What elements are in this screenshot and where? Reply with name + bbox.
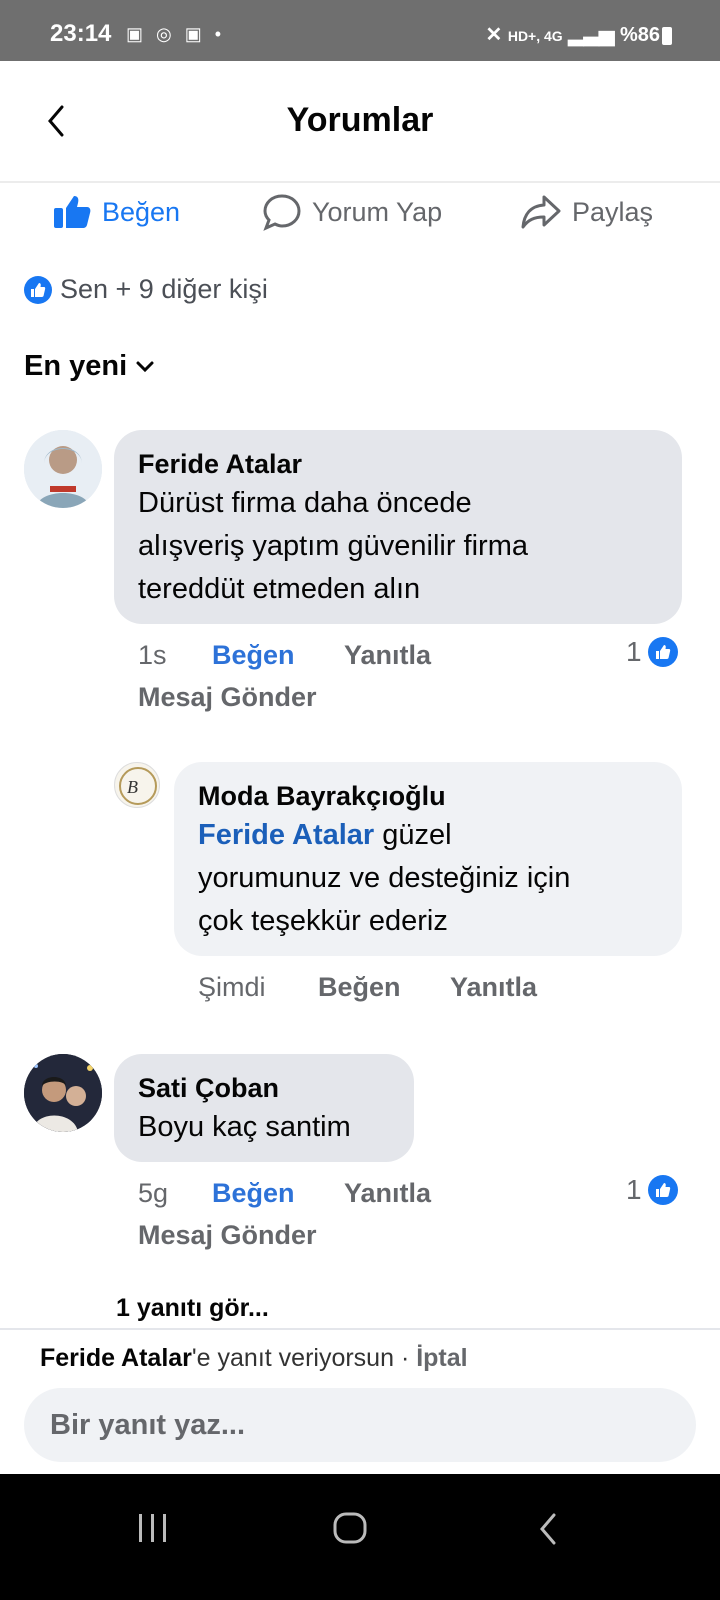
status-time: 23:14	[50, 20, 112, 47]
comment-text-line: tereddüt etmeden alın	[138, 573, 421, 605]
system-nav-bar	[0, 1474, 720, 1600]
replying-to-bar: Feride Atalar'e yanıt veriyorsun · İptal	[40, 1344, 468, 1373]
comment-like-count[interactable]: 1	[626, 636, 678, 668]
comment-bubble: Feride Atalar Dürüst firma daha öncede a…	[114, 430, 682, 624]
like-badge-icon	[647, 1175, 678, 1205]
back-icon	[540, 1513, 556, 1545]
comment-text-line: Boyu kaç santim	[138, 1111, 351, 1143]
battery-text: %86	[619, 24, 660, 46]
reply-reply-button[interactable]: Yanıtla	[450, 972, 537, 1003]
reply-composer: Feride Atalar'e yanıt veriyorsun · İptal	[0, 1328, 720, 1476]
replying-to-text: 'e yanıt veriyorsun ·	[191, 1344, 417, 1372]
comment-author[interactable]: Sati Çoban	[138, 1070, 390, 1106]
reply-input[interactable]	[24, 1388, 696, 1462]
comment-icon	[263, 194, 301, 231]
notification-icons: ▣ ◎ ▣ •	[126, 24, 226, 44]
header: Yorumlar	[0, 61, 720, 183]
mention-link[interactable]: Feride Atalar	[198, 819, 374, 851]
view-replies-link[interactable]: 1 yanıtı gör...	[116, 1294, 269, 1323]
reply-like-button[interactable]: Beğen	[318, 972, 401, 1003]
like-button[interactable]: Beğen	[52, 190, 180, 234]
comment-text-line: alışveriş yaptım güvenilir firma	[138, 530, 528, 562]
battery-icon	[662, 27, 672, 45]
like-count-text: 1	[626, 636, 642, 667]
comment-reply-button[interactable]: Yanıtla	[344, 640, 431, 671]
reply-text-line: Feride Atalar güzel	[198, 814, 658, 857]
comment-like-button[interactable]: Beğen	[212, 640, 295, 671]
share-button[interactable]: Paylaş	[520, 190, 653, 234]
send-message-button[interactable]: Mesaj Gönder	[138, 1220, 317, 1251]
reply-text-line: yorumunuz ve desteğiniz için	[198, 862, 571, 894]
chevron-down-icon	[136, 361, 154, 372]
comment-like-button[interactable]: Beğen	[212, 1178, 295, 1209]
home-icon	[333, 1512, 367, 1544]
thumbs-up-icon	[54, 196, 91, 228]
sort-label: En yeni	[24, 350, 128, 382]
network-text: HD+, 4G	[507, 28, 563, 44]
status-right: ✕ HD+, 4G ▂▃▅ %86	[486, 22, 661, 47]
post-actions: Beğen Yorum Yap Paylaş	[0, 190, 720, 234]
status-bar: 23:14 ▣ ◎ ▣ • ✕ HD+, 4G ▂▃▅ %86	[0, 0, 720, 61]
svg-text:B: B	[127, 777, 138, 797]
share-icon	[521, 195, 561, 229]
like-count-text: 1	[626, 1174, 642, 1205]
comment-author[interactable]: Feride Atalar	[138, 446, 658, 482]
reactions-text: Sen + 9 diğer kişi	[60, 274, 268, 304]
reply-text-line: çok teşekkür ederiz	[198, 905, 448, 937]
reply-text-part: güzel	[374, 819, 452, 851]
avatar[interactable]	[24, 430, 102, 508]
comment-button[interactable]: Yorum Yap	[262, 190, 442, 234]
comment-label: Yorum Yap	[312, 196, 443, 227]
reply-time: Şimdi	[198, 972, 266, 1002]
home-button[interactable]	[332, 1512, 368, 1549]
like-label: Beğen	[102, 196, 181, 227]
recent-apps-button[interactable]	[136, 1512, 170, 1549]
comment-time: 5g	[138, 1178, 169, 1208]
avatar[interactable]	[24, 1054, 102, 1132]
sort-dropdown[interactable]: En yeni	[24, 350, 155, 383]
cancel-reply-button[interactable]: İptal	[416, 1344, 467, 1372]
comment-like-count[interactable]: 1	[626, 1174, 678, 1206]
share-label: Paylaş	[572, 196, 654, 227]
brand-logo-icon: B	[119, 767, 157, 805]
comment-reply-button[interactable]: Yanıtla	[344, 1178, 431, 1209]
system-back-button[interactable]	[536, 1512, 560, 1551]
comment-time: 1s	[138, 640, 167, 670]
like-badge-icon	[24, 275, 52, 304]
comment-text-line: Dürüst firma daha öncede	[138, 487, 472, 519]
reactions-summary[interactable]: Sen + 9 diğer kişi	[24, 274, 268, 305]
replying-to-name: Feride Atalar	[40, 1344, 192, 1372]
mute-icon: ✕	[485, 24, 503, 46]
avatar[interactable]: B	[114, 762, 160, 808]
reply-bubble: Moda Bayrakçıoğlu Feride Atalar güzel yo…	[174, 762, 682, 956]
send-message-button[interactable]: Mesaj Gönder	[138, 682, 317, 713]
page-title: Yorumlar	[286, 101, 434, 139]
reply-author[interactable]: Moda Bayrakçıoğlu	[198, 778, 658, 814]
comment-bubble: Sati Çoban Boyu kaç santim	[114, 1054, 414, 1162]
recent-apps-icon	[139, 1514, 166, 1542]
signal-icon: ▂▃▅	[568, 24, 615, 46]
like-badge-icon	[647, 637, 678, 667]
